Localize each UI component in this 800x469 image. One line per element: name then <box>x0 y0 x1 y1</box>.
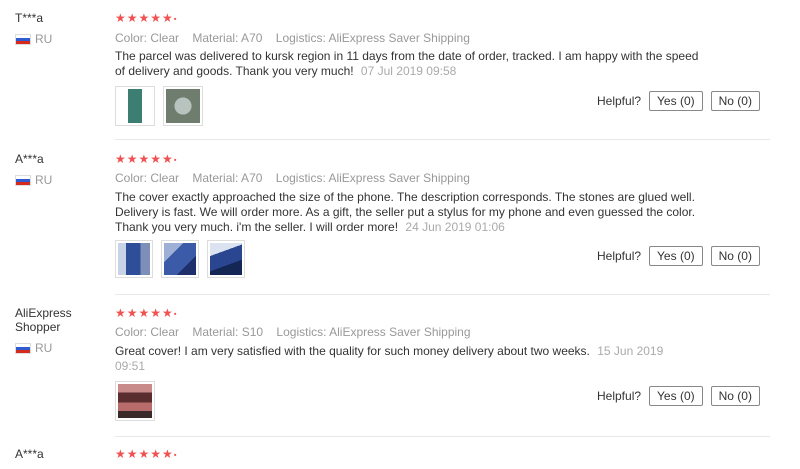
review-text: The cover exactly approached the size of… <box>115 190 705 235</box>
reviewer-name: A***a <box>15 447 44 461</box>
russia-flag-icon <box>15 33 31 45</box>
attr-material: Material: A70 <box>192 171 263 185</box>
photo-image <box>164 243 196 275</box>
photo-image <box>166 89 200 123</box>
star-rating: ★★★★★• <box>115 152 178 166</box>
review-attributes: Color: Clear Material: A70 Logistics: Al… <box>115 171 480 185</box>
attr-logistics: Logistics: AliExpress Saver Shipping <box>275 31 470 45</box>
review-date: 24 Jun 2019 01:06 <box>405 220 505 234</box>
helpful-section: Helpful? Yes (0) No (0) <box>597 91 760 111</box>
reviewer-name: A***a <box>15 152 44 166</box>
review-photos <box>115 86 203 126</box>
rating-dot-icon: • <box>173 309 178 319</box>
review-photos <box>115 240 245 278</box>
helpful-label: Helpful? <box>597 249 642 263</box>
stars-icon: ★★★★★ <box>115 152 174 166</box>
rating-dot-icon: • <box>173 450 178 460</box>
stars-icon: ★★★★★ <box>115 306 174 320</box>
review-photo-thumbnail[interactable] <box>115 381 155 421</box>
helpful-no-button[interactable]: No (0) <box>710 246 760 266</box>
helpful-no-button[interactable]: No (0) <box>710 386 760 406</box>
photo-image <box>210 243 242 275</box>
helpful-label: Helpful? <box>597 94 642 108</box>
reviewer-name: AliExpress Shopper <box>15 306 72 334</box>
photo-image <box>118 243 150 275</box>
helpful-yes-button[interactable]: Yes (0) <box>649 91 703 111</box>
russia-flag-icon <box>15 174 31 186</box>
review-photo-thumbnail[interactable] <box>115 86 155 126</box>
attr-logistics: Logistics: AliExpress Saver Shipping <box>275 171 470 185</box>
attr-material: Material: S10 <box>192 325 264 339</box>
review-item: AliExpress Shopper RU ★★★★★• Color: Clea… <box>0 296 800 437</box>
stars-icon: ★★★★★ <box>115 447 174 461</box>
review-photo-thumbnail[interactable] <box>161 240 199 278</box>
review-body: Great cover! I am very satisfied with th… <box>115 344 590 358</box>
reviewer-country: RU <box>15 341 52 355</box>
helpful-no-button[interactable]: No (0) <box>710 91 760 111</box>
star-rating: ★★★★★• <box>115 447 178 461</box>
rating-dot-icon: • <box>173 14 178 24</box>
reviewer-country: RU <box>15 173 52 187</box>
helpful-label: Helpful? <box>597 389 642 403</box>
star-rating: ★★★★★• <box>115 306 178 320</box>
review-text: The parcel was delivered to kursk region… <box>115 49 705 79</box>
review-attributes: Color: Clear Material: S10 Logistics: Al… <box>115 325 481 339</box>
review-photo-thumbnail[interactable] <box>207 240 245 278</box>
helpful-yes-button[interactable]: Yes (0) <box>649 386 703 406</box>
review-item: T***a RU ★★★★★• Color: Clear Material: A… <box>0 0 800 140</box>
attr-color: Color: Clear <box>115 171 180 185</box>
star-rating: ★★★★★• <box>115 11 178 25</box>
reviewer-name: T***a <box>15 11 44 25</box>
photo-image <box>118 89 152 123</box>
helpful-section: Helpful? Yes (0) No (0) <box>597 246 760 266</box>
review-item: A***a RU ★★★★★• Color: Clear Material: A… <box>0 141 800 295</box>
reviewer-country: RU <box>15 32 52 46</box>
stars-icon: ★★★★★ <box>115 11 174 25</box>
rating-dot-icon: • <box>173 155 178 165</box>
review-text: Great cover! I am very satisfied with th… <box>115 344 690 374</box>
helpful-section: Helpful? Yes (0) No (0) <box>597 386 760 406</box>
country-code: RU <box>35 32 53 46</box>
review-date: 07 Jul 2019 09:58 <box>360 64 457 78</box>
helpful-yes-button[interactable]: Yes (0) <box>649 246 703 266</box>
attr-logistics: Logistics: AliExpress Saver Shipping <box>276 325 471 339</box>
attr-color: Color: Clear <box>115 325 180 339</box>
review-attributes: Color: Clear Material: A70 Logistics: Al… <box>115 31 480 45</box>
review-photo-thumbnail[interactable] <box>115 240 153 278</box>
review-divider <box>115 139 770 140</box>
photo-image <box>118 384 152 418</box>
country-code: RU <box>35 341 53 355</box>
russia-flag-icon <box>15 342 31 354</box>
attr-material: Material: A70 <box>192 31 263 45</box>
review-photo-thumbnail[interactable] <box>163 86 203 126</box>
country-code: RU <box>35 173 53 187</box>
attr-color: Color: Clear <box>115 31 180 45</box>
review-item: A***a ★★★★★• <box>0 437 800 469</box>
review-divider <box>115 294 770 295</box>
review-photos <box>115 381 155 421</box>
